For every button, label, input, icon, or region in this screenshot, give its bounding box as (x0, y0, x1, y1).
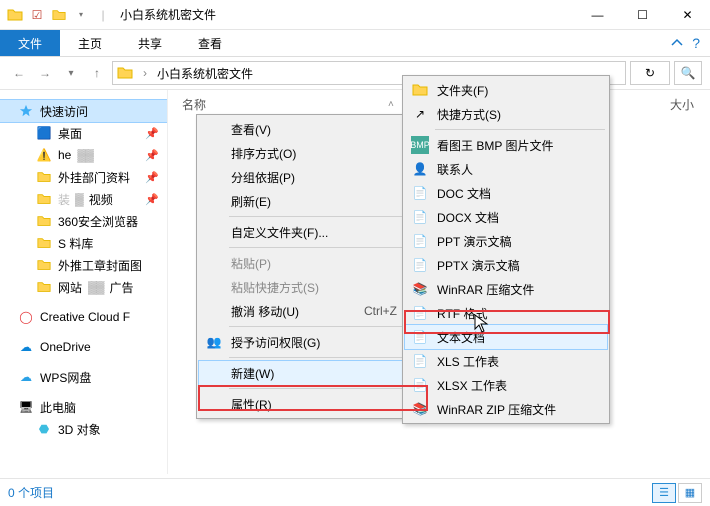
nav-this-pc[interactable]: 🖥此电脑 (0, 396, 167, 418)
nav-item[interactable]: ⚠️he▓▓📌 (0, 144, 167, 166)
folder-icon (117, 65, 133, 81)
new-shortcut[interactable]: ↗快捷方式(S) (405, 102, 607, 126)
titlebar: ☑ ▾ | 小白系统机密文件 — ☐ ✕ (0, 0, 710, 30)
nav-item[interactable]: 外推工章封面图 (0, 254, 167, 276)
menu-view[interactable]: 查看(V)▶ (199, 117, 423, 141)
menu-new[interactable]: 新建(W)▶ (199, 361, 423, 385)
tab-home[interactable]: 主页 (60, 30, 120, 56)
docx-icon: 📄 (411, 208, 429, 226)
new-docx[interactable]: 📄DOCX 文档 (405, 205, 607, 229)
new-bmp[interactable]: BMP看图王 BMP 图片文件 (405, 133, 607, 157)
forward-button[interactable]: → (34, 62, 56, 84)
maximize-button[interactable]: ☐ (620, 0, 665, 30)
select-icon[interactable]: ☑ (28, 6, 46, 24)
new-folder[interactable]: 文件夹(F) (405, 78, 607, 102)
zip-icon: 📚 (411, 400, 429, 418)
share-icon: 👥 (205, 333, 223, 351)
nav-item[interactable]: 网站▓▓广告 (0, 276, 167, 298)
new-ppt[interactable]: 📄PPT 演示文稿 (405, 229, 607, 253)
status-bar: 0 个项目 ☰ ▦ (0, 478, 710, 506)
nav-pane: 快速访问 🟦桌面📌 ⚠️he▓▓📌 外挂部门资料📌 装▓视频📌 360安全浏览器… (0, 90, 168, 474)
new-pptx[interactable]: 📄PPTX 演示文稿 (405, 253, 607, 277)
history-dropdown[interactable]: ▾ (60, 62, 82, 84)
rar-icon: 📚 (411, 280, 429, 298)
txt-icon: 📄 (411, 328, 429, 346)
nav-creative-cloud[interactable]: ◯Creative Cloud F (0, 306, 167, 328)
close-button[interactable]: ✕ (665, 0, 710, 30)
menu-group[interactable]: 分组依据(P)▶ (199, 165, 423, 189)
nav-item[interactable]: 外挂部门资料📌 (0, 166, 167, 188)
xlsx-icon: 📄 (411, 376, 429, 394)
menu-refresh[interactable]: 刷新(E) (199, 189, 423, 213)
contact-icon: 👤 (411, 160, 429, 178)
nav-quick-access[interactable]: 快速访问 (0, 100, 167, 122)
tab-file[interactable]: 文件 (0, 30, 60, 56)
expand-ribbon-icon[interactable] (670, 36, 684, 50)
icons-view-button[interactable]: ▦ (678, 483, 702, 503)
doc-icon: 📄 (411, 184, 429, 202)
new-doc[interactable]: 📄DOC 文档 (405, 181, 607, 205)
menu-customize[interactable]: 自定义文件夹(F)... (199, 220, 423, 244)
nav-desktop[interactable]: 🟦桌面📌 (0, 122, 167, 144)
up-button[interactable]: ↑ (86, 62, 108, 84)
nav-item[interactable]: S 料库 (0, 232, 167, 254)
menu-paste: 粘贴(P) (199, 251, 423, 275)
tab-view[interactable]: 查看 (180, 30, 240, 56)
menu-paste-shortcut: 粘贴快捷方式(S) (199, 275, 423, 299)
minimize-button[interactable]: — (575, 0, 620, 30)
breadcrumb-current[interactable]: 小白系统机密文件 (157, 65, 253, 82)
item-count: 0 个项目 (8, 484, 54, 501)
folder-icon[interactable] (50, 6, 68, 24)
ribbon: 文件 主页 共享 查看 ? (0, 30, 710, 56)
menu-properties[interactable]: 属性(R) (199, 392, 423, 416)
nav-3d-objects[interactable]: ⬣3D 对象 (0, 418, 167, 440)
new-xls[interactable]: 📄XLS 工作表 (405, 349, 607, 373)
new-submenu: 文件夹(F) ↗快捷方式(S) BMP看图王 BMP 图片文件 👤联系人 📄DO… (402, 75, 610, 424)
new-rar[interactable]: 📚WinRAR 压缩文件 (405, 277, 607, 301)
menu-sort[interactable]: 排序方式(O)▶ (199, 141, 423, 165)
shortcut-icon: ↗ (411, 105, 429, 123)
back-button[interactable]: ← (8, 62, 30, 84)
new-zip[interactable]: 📚WinRAR ZIP 压缩文件 (405, 397, 607, 421)
sort-indicator: ˄ (388, 99, 394, 110)
xls-icon: 📄 (411, 352, 429, 370)
search-button[interactable]: 🔍 (674, 61, 702, 85)
new-contact[interactable]: 👤联系人 (405, 157, 607, 181)
pin-icon: 📌 (145, 127, 159, 140)
folder-icon (6, 6, 24, 24)
folder-icon (411, 81, 429, 99)
help-icon[interactable]: ? (692, 35, 700, 51)
new-rtf[interactable]: 📄RTF 格式 (405, 301, 607, 325)
context-menu: 查看(V)▶ 排序方式(O)▶ 分组依据(P)▶ 刷新(E) 自定义文件夹(F)… (196, 114, 426, 419)
bmp-icon: BMP (411, 136, 429, 154)
refresh-button[interactable]: ↻ (630, 61, 670, 85)
nav-item[interactable]: 装▓视频📌 (0, 188, 167, 210)
divider: | (94, 6, 112, 24)
details-view-button[interactable]: ☰ (652, 483, 676, 503)
new-xlsx[interactable]: 📄XLSX 工作表 (405, 373, 607, 397)
menu-undo[interactable]: 撤消 移动(U)Ctrl+Z (199, 299, 423, 323)
rtf-icon: 📄 (411, 304, 429, 322)
menu-grant-access[interactable]: 👥授予访问权限(G)▶ (199, 330, 423, 354)
nav-wps[interactable]: ☁WPS网盘 (0, 366, 167, 388)
ppt-icon: 📄 (411, 232, 429, 250)
pptx-icon: 📄 (411, 256, 429, 274)
breadcrumb-separator: › (143, 66, 147, 80)
new-txt[interactable]: 📄文本文档 (405, 325, 607, 349)
col-size[interactable]: 大小 (670, 96, 710, 113)
window-title: 小白系统机密文件 (120, 6, 216, 23)
col-name[interactable]: 名称 (182, 96, 206, 113)
tab-share[interactable]: 共享 (120, 30, 180, 56)
nav-onedrive[interactable]: ☁OneDrive (0, 336, 167, 358)
nav-item[interactable]: 360安全浏览器 (0, 210, 167, 232)
dropdown-icon[interactable]: ▾ (72, 6, 90, 24)
